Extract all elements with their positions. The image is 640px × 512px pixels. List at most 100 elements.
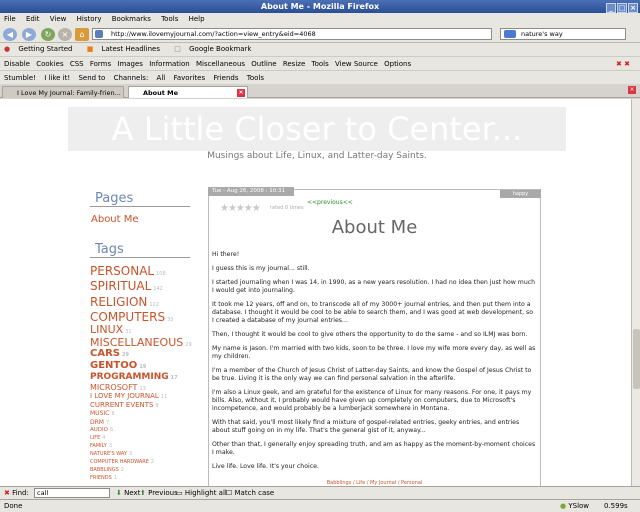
dev-information[interactable]: Information <box>149 60 190 68</box>
tag-link[interactable]: PROGRAMMING 17 <box>90 372 178 382</box>
highlight-all-button[interactable]: ▭ Highlight all <box>176 487 227 499</box>
tag-link[interactable]: MICROSOFT 13 <box>90 383 146 392</box>
dev-resize[interactable]: Resize <box>283 60 305 68</box>
scrollbar-thumb[interactable] <box>633 329 640 389</box>
tag-name: COMPUTER HARDWARE <box>90 459 149 465</box>
dev-css[interactable]: CSS <box>70 60 84 68</box>
url-text: http://www.ilovemyjournal.com/?action=vi… <box>111 30 316 38</box>
send-to-button[interactable]: Send to <box>78 74 105 82</box>
entry-date: Tue - Aug 26, 2008 : 10:31 am <box>208 187 294 203</box>
close-find-icon[interactable]: ✖ <box>4 489 10 497</box>
tag-link[interactable]: MUSIC 8 <box>90 410 115 417</box>
favorites-button[interactable]: Favorites <box>173 74 205 82</box>
tag-link[interactable]: FRIENDS 1 <box>90 475 117 481</box>
dev-view-source[interactable]: View Source <box>335 60 378 68</box>
close-tab-icon[interactable]: × <box>237 89 245 97</box>
menu-file[interactable]: File <box>4 15 16 23</box>
tag-link[interactable]: CURRENT EVENTS 9 <box>90 401 159 409</box>
tag-link[interactable]: LIFE 4 <box>90 435 105 441</box>
tag-link[interactable]: COMPUTERS 33 <box>90 310 173 324</box>
tag-link[interactable]: LINUX 31 <box>90 323 132 336</box>
mood-badge: happy <box>500 190 541 198</box>
tag-count: 142 <box>153 286 163 292</box>
tag-name: MICROSOFT <box>90 383 138 392</box>
tag-count: 31 <box>125 329 132 335</box>
back-icon[interactable]: ◀ <box>3 28 17 41</box>
tag-link[interactable]: GENTOO 19 <box>90 360 146 371</box>
vertical-scrollbar[interactable] <box>631 99 640 486</box>
tag-link[interactable]: FAMILY 3 <box>90 443 112 449</box>
close-window-icon[interactable]: × <box>628 3 638 13</box>
tag-name: FAMILY <box>90 443 107 449</box>
tag-link[interactable]: NATURE'S WAY 3 <box>90 451 132 457</box>
tag-count: 17 <box>170 375 178 381</box>
tag-link[interactable]: CARS 29 <box>90 348 129 359</box>
tag-link[interactable]: I LOVE MY JOURNAL 11 <box>90 392 167 400</box>
dev-error-icon[interactable]: ✖ ✖ <box>616 57 630 71</box>
dev-forms[interactable]: Forms <box>90 60 111 68</box>
like-button[interactable]: I like it! <box>44 74 70 82</box>
close-all-tab-icon[interactable]: × <box>628 86 636 94</box>
tag-link[interactable]: RELIGION 122 <box>90 295 159 309</box>
stop-icon[interactable]: × <box>58 28 72 41</box>
tag-count: 33 <box>167 317 174 323</box>
stumble-tools[interactable]: Tools <box>247 74 264 82</box>
window-title: About Me - Mozilla Firefox <box>260 2 380 11</box>
tag-link[interactable]: AUDIO 6 <box>90 427 113 433</box>
match-case-checkbox[interactable]: ☐ Match case <box>226 487 274 499</box>
channel-all[interactable]: All <box>157 74 166 82</box>
previous-link[interactable]: <<previous<< <box>307 199 353 206</box>
url-bar[interactable]: http://www.ilovemyjournal.com/?action=vi… <box>92 28 492 40</box>
tab-label: About Me <box>143 89 179 97</box>
yslow-icon: ● <box>560 502 567 510</box>
friends-button[interactable]: Friends <box>213 74 238 82</box>
menu-help[interactable]: Help <box>189 15 205 23</box>
tag-link[interactable]: COMPUTER HARDWARE 2 <box>90 459 154 465</box>
menu-view[interactable]: View <box>50 15 67 23</box>
tag-count: 29 <box>121 352 129 358</box>
tag-name: DRM <box>90 419 104 426</box>
tag-count: 19 <box>139 364 147 370</box>
dev-tools[interactable]: Tools <box>312 60 329 68</box>
dev-disable[interactable]: Disable <box>4 60 30 68</box>
tab-ilovemyjournal[interactable]: I Love My Journal: Family-frien... <box>2 86 124 98</box>
find-next-button[interactable]: ⬇ Next <box>116 487 140 499</box>
forward-icon[interactable]: ▶ <box>22 28 36 41</box>
dev-images[interactable]: Images <box>117 60 143 68</box>
tag-link[interactable]: DRM 7 <box>90 419 109 426</box>
tag-link[interactable]: BABBLINGS 2 <box>90 467 124 473</box>
tag-count: 4 <box>102 435 106 441</box>
google-search-icon[interactable] <box>504 30 516 38</box>
bookmark-getting-started[interactable]: ● Getting Started <box>4 45 78 53</box>
tag-count: 9 <box>155 403 159 409</box>
blog-banner: A Little Closer to Center... <box>68 107 566 151</box>
tab-about-me[interactable]: About Me × <box>128 86 248 98</box>
page-icon: □ <box>174 45 181 53</box>
dev-outline[interactable]: Outline <box>251 60 276 68</box>
tag-link[interactable]: PERSONAL 108 <box>90 264 166 278</box>
bookmark-latest-headlines[interactable]: ■ Latest Headlines <box>87 45 166 53</box>
minimize-icon[interactable]: _ <box>606 3 616 13</box>
menu-edit[interactable]: Edit <box>26 15 40 23</box>
menu-bookmarks[interactable]: Bookmarks <box>112 15 151 23</box>
dev-cookies[interactable]: Cookies <box>36 60 63 68</box>
yslow-indicator[interactable]: ● YSlow <box>560 500 589 512</box>
maximize-icon[interactable]: □ <box>617 3 627 13</box>
rating-stars[interactable]: ★★★★★ <box>220 203 261 214</box>
status-bar: Done ● YSlow 0.599s <box>0 499 640 512</box>
about-me-link[interactable]: About Me <box>91 214 139 225</box>
blog-subtitle: Musings about Life, Linux, and Latter-da… <box>207 151 427 161</box>
menu-tools[interactable]: Tools <box>161 15 178 23</box>
bookmark-google[interactable]: □ Google Bookmark <box>174 45 257 53</box>
find-previous-button[interactable]: ⬆ Previous <box>140 487 178 499</box>
dev-options[interactable]: Options <box>384 60 411 68</box>
find-input[interactable]: call <box>34 488 110 498</box>
search-input[interactable]: nature's way <box>500 28 626 40</box>
reload-icon[interactable]: ↻ <box>41 28 55 41</box>
menu-history[interactable]: History <box>77 15 102 23</box>
home-icon[interactable]: ⌂ <box>75 28 89 41</box>
dev-miscellaneous[interactable]: Miscellaneous <box>196 60 245 68</box>
bookmarks-toolbar: ● Getting Started ■ Latest Headlines □ G… <box>0 43 640 56</box>
stumble-button[interactable]: Stumble! <box>4 74 36 82</box>
tag-link[interactable]: SPIRITUAL 142 <box>90 279 163 293</box>
